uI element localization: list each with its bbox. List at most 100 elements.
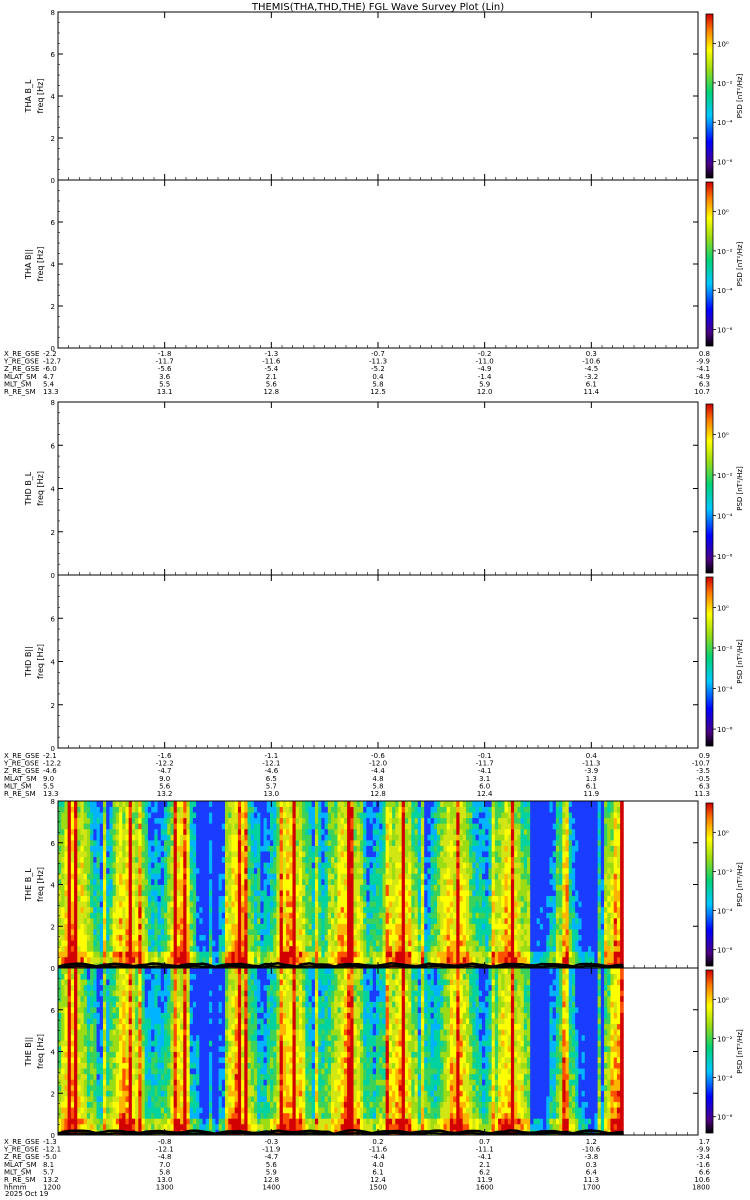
spectrogram-cell [456, 901, 460, 908]
spectrogram-cell [125, 901, 130, 908]
spectrogram-cell [343, 806, 348, 813]
spectrogram-cell [122, 823, 126, 830]
spectrogram-cell [536, 940, 541, 947]
spectrogram-cell [331, 856, 335, 863]
spectrogram-cell [311, 862, 316, 869]
spectrogram-cell [469, 956, 473, 963]
spectrogram-cell [372, 862, 377, 869]
spectrogram-cell [465, 828, 470, 835]
spectrogram-cell [331, 884, 335, 891]
spectrogram-cell [186, 906, 191, 913]
spectrogram-cell [488, 884, 493, 891]
spectrogram-cell [395, 801, 399, 807]
spectrogram-cell [180, 834, 184, 841]
spectrogram-cell [221, 890, 226, 897]
spectrogram-cell [70, 895, 75, 902]
spectrogram-cell [343, 895, 348, 902]
spectrogram-cell [221, 862, 226, 869]
spectrogram-cell [302, 812, 306, 819]
spectrogram-cell [462, 862, 467, 869]
spectrogram-cell [498, 878, 502, 885]
spectrogram-cell [392, 812, 396, 819]
spectrogram-cell [401, 956, 406, 963]
spectrogram-cell [385, 912, 390, 919]
spectrogram-cell [379, 934, 383, 941]
spectrogram-cell [430, 884, 435, 891]
spectrogram-cell [260, 845, 264, 852]
spectrogram-cell [430, 901, 435, 908]
spectrogram-cell [510, 851, 515, 858]
spectrogram-cell [404, 839, 409, 846]
spectrogram-cell [279, 940, 284, 947]
spectrogram-cell [302, 895, 306, 902]
spectrogram-cell [350, 901, 354, 908]
spectrogram-cell [292, 856, 297, 863]
spectrogram-cell [276, 890, 281, 897]
spectrogram-cell [231, 934, 236, 941]
spectrogram-cell [135, 817, 139, 824]
y-tick-label: 6 [51, 442, 56, 450]
spectrogram-cell [536, 945, 541, 952]
spectrogram-cell [86, 895, 91, 902]
spectrogram-cell [340, 878, 345, 885]
spectrogram-cell [388, 873, 393, 880]
spectrogram-cell [514, 940, 518, 947]
spectrogram-cell [160, 845, 165, 852]
spectrogram-cell [443, 923, 448, 930]
spectrogram-cell [498, 823, 502, 830]
spectrogram-cell [334, 945, 338, 952]
spectrogram-cell [501, 845, 505, 852]
spectrogram-cell [449, 884, 454, 891]
spectrogram-cell [205, 901, 210, 908]
spectrogram-cell [215, 901, 219, 908]
spectrogram-cell [295, 917, 300, 924]
spectrogram-cell [122, 806, 126, 813]
spectrogram-cell [64, 878, 69, 885]
spectrogram-cell [128, 951, 133, 958]
spectrogram-cell [417, 851, 422, 858]
spectrogram-cell [67, 923, 72, 930]
spectrogram-cell [475, 917, 480, 924]
spectrogram-cell [231, 929, 236, 935]
spectrogram-cell [453, 839, 457, 846]
spectrogram-cell [430, 878, 435, 885]
spectrogram-cell [273, 851, 277, 858]
spectrogram-cell [298, 873, 303, 880]
spectrogram-cell [327, 917, 332, 924]
spectrogram-cell [257, 923, 261, 930]
spectrogram-cell [462, 867, 467, 874]
spectrogram-cell [331, 834, 335, 841]
spectrogram-cell [106, 845, 110, 852]
spectrogram-cell [363, 895, 367, 902]
spectrogram-cell [510, 873, 515, 880]
spectrogram-cell [212, 890, 216, 897]
spectrogram-cell [253, 823, 258, 830]
spectrogram-cell [530, 801, 534, 807]
spectrogram-cell [340, 867, 345, 874]
spectrogram-cell [237, 834, 242, 841]
spectrogram-cell [501, 867, 505, 874]
spectrogram-cell [453, 851, 457, 858]
spectrogram-cell [417, 812, 422, 819]
spectrogram-cell [324, 801, 329, 807]
spectrogram-cell [343, 917, 348, 924]
spectrogram-cell [305, 862, 309, 869]
spectrogram-cell [359, 934, 364, 941]
spectrogram-cell [475, 823, 480, 830]
spectrogram-cell [517, 940, 521, 947]
spectrogram-cell [376, 862, 380, 869]
spectrogram-cell [411, 923, 415, 930]
spectrogram-cell [353, 867, 358, 874]
spectrogram-cell [433, 940, 438, 947]
spectrogram-cell [507, 806, 512, 813]
spectrogram-cell [507, 823, 512, 830]
spectrogram-cell [420, 951, 425, 958]
spectrogram-cell [93, 929, 97, 935]
spectrogram-cell [533, 951, 537, 958]
spectrogram-cell [353, 951, 358, 958]
spectrogram-cell [176, 917, 181, 924]
spectrogram-cell [376, 917, 380, 924]
spectrogram-cell [106, 801, 110, 807]
spectrogram-cell [420, 923, 425, 930]
spectrogram-cell [443, 940, 448, 947]
